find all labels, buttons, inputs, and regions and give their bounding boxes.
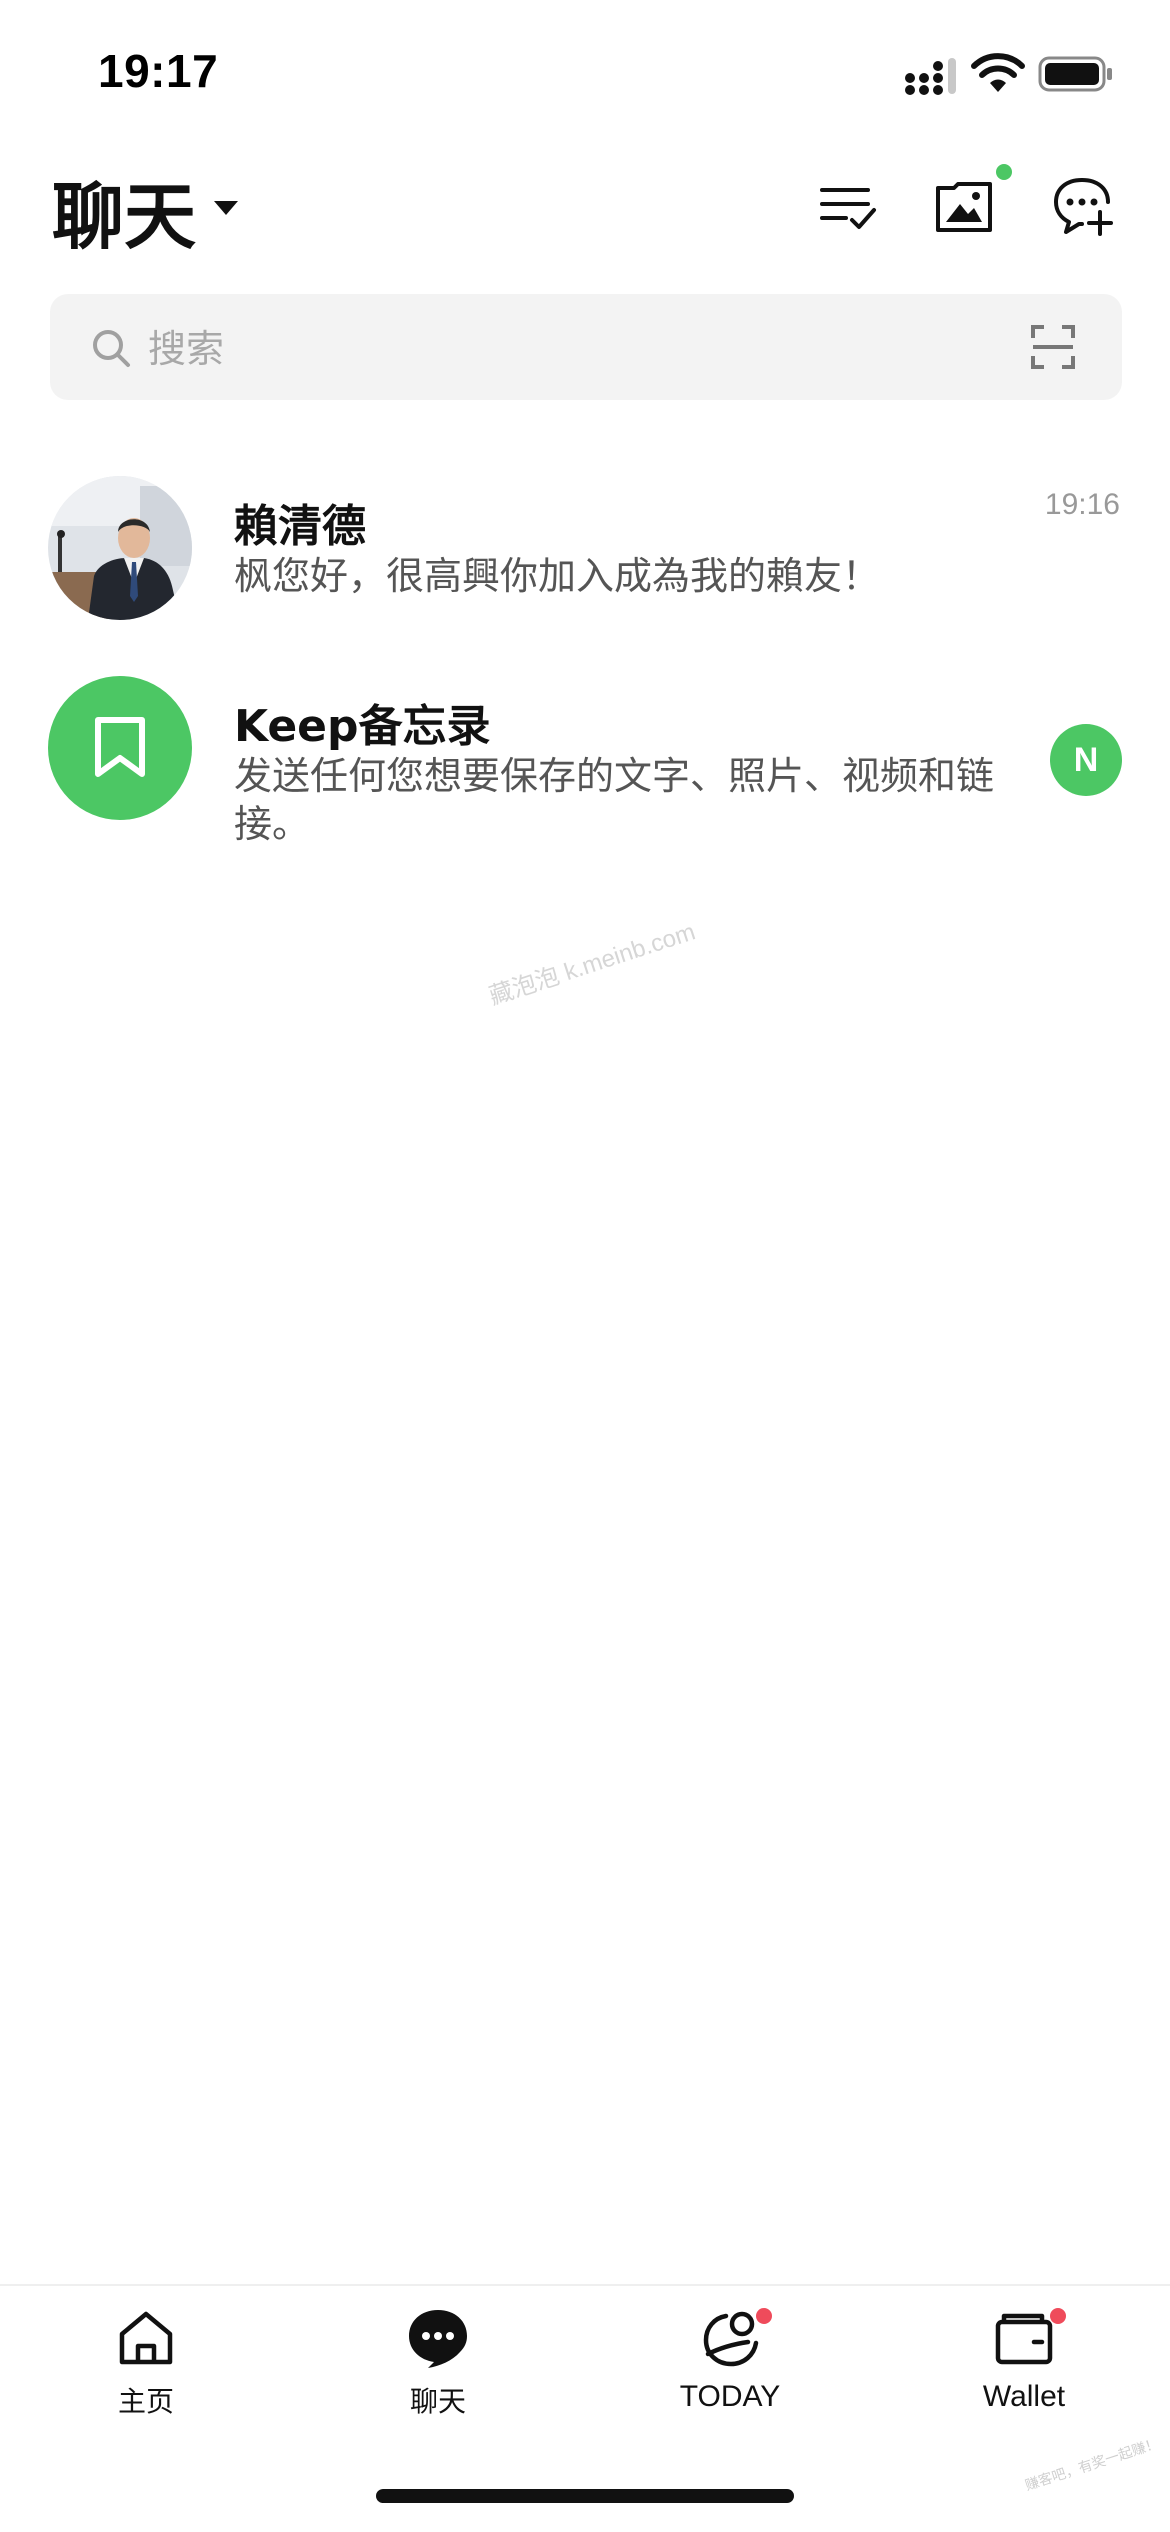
chat-name: Keep备忘录 <box>234 701 491 752</box>
chat-name: 賴清德 <box>234 501 366 552</box>
avatar <box>48 476 192 620</box>
signal-icon <box>905 58 956 95</box>
chat-bubble-icon <box>409 2310 467 2368</box>
wallet-icon <box>995 2313 1053 2365</box>
list-check-icon[interactable] <box>816 174 880 238</box>
avatar <box>48 676 192 820</box>
scan-icon[interactable] <box>1030 324 1076 370</box>
today-icon <box>703 2311 759 2367</box>
wallet-notification-dot <box>1050 2308 1066 2324</box>
watermark: 藏泡泡 k.meinb.com <box>486 918 699 1011</box>
chat-add-icon[interactable] <box>1052 174 1116 238</box>
battery-icon <box>1038 56 1112 92</box>
chat-preview: 枫您好，很高興你加入成為我的賴友！ <box>234 554 881 598</box>
album-notification-dot <box>996 164 1012 180</box>
search-icon <box>93 330 130 367</box>
chat-list-item[interactable]: Keep备忘录 发送任何您想要保存的文字、照片、视频和链接。 N <box>0 660 1170 846</box>
chat-list-item[interactable]: 賴清德 枫您好，很高興你加入成為我的賴友！ 19:16 <box>0 460 1170 640</box>
wifi-icon <box>971 53 1025 92</box>
search-input[interactable]: 搜索 <box>50 294 1122 400</box>
bookmark-icon <box>95 717 145 777</box>
tab-chat[interactable]: 聊天 <box>348 2306 528 2436</box>
avatar-photo <box>48 476 192 620</box>
tab-label: TODAY <box>679 2380 781 2413</box>
search-placeholder: 搜索 <box>148 327 225 371</box>
chat-screen: 19:17 聊天 搜索 賴清德 枫您好，很高興你加入成為我的賴友！ 19:16 … <box>0 0 1170 2532</box>
home-icon <box>119 2311 173 2365</box>
header: 聊天 <box>0 150 1170 280</box>
tab-label: 聊天 <box>409 2385 466 2418</box>
tab-wallet[interactable]: Wallet <box>934 2306 1114 2436</box>
chat-timestamp: 19:16 <box>1044 488 1120 521</box>
home-indicator <box>376 2489 794 2503</box>
page-title[interactable]: 聊天 <box>52 158 196 263</box>
tab-home[interactable]: 主页 <box>56 2306 236 2436</box>
album-icon[interactable] <box>932 174 996 238</box>
status-bar: 19:17 <box>0 0 1170 150</box>
chevron-down-icon[interactable] <box>212 198 240 218</box>
today-notification-dot <box>756 2308 772 2324</box>
chat-preview: 发送任何您想要保存的文字、照片、视频和链接。 <box>234 754 995 846</box>
tab-label: Wallet <box>982 2380 1066 2413</box>
tab-label: 主页 <box>117 2385 174 2418</box>
new-badge: N <box>1050 724 1122 796</box>
tab-today[interactable]: TODAY <box>640 2306 820 2436</box>
status-time: 19:17 <box>98 45 219 97</box>
